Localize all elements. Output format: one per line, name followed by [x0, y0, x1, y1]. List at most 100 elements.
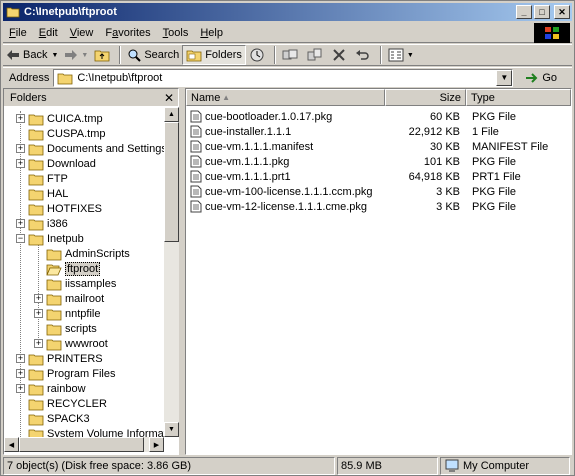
- forward-button[interactable]: ▼: [61, 45, 91, 65]
- file-row[interactable]: cue-installer.1.1.1 22,912 KB 1 File: [186, 124, 571, 139]
- expand-icon[interactable]: +: [16, 354, 25, 363]
- collapse-icon[interactable]: −: [16, 234, 25, 243]
- move-to-icon: [282, 49, 298, 60]
- scroll-thumb[interactable]: [19, 437, 144, 452]
- tree-item[interactable]: RECYCLER: [16, 396, 107, 411]
- tree-item[interactable]: scripts: [34, 321, 97, 336]
- tree-item[interactable]: + mailroot: [34, 291, 104, 306]
- folders-button[interactable]: Folders: [182, 45, 246, 65]
- go-button[interactable]: Go: [525, 71, 557, 85]
- menu-file[interactable]: File: [3, 27, 33, 39]
- tree-item[interactable]: FTP: [16, 171, 68, 186]
- file-name: cue-vm.1.1.1.manifest: [205, 140, 314, 153]
- scroll-down-button[interactable]: ▼: [164, 422, 179, 437]
- file-row[interactable]: cue-vm.1.1.1.manifest 30 KB MANIFEST File: [186, 139, 571, 154]
- expand-icon[interactable]: +: [16, 219, 25, 228]
- close-icon: ✕: [558, 6, 566, 17]
- status-objects: 7 object(s) (Disk free space: 3.86 GB): [3, 457, 335, 475]
- tree-item[interactable]: SPACK3: [16, 411, 90, 426]
- tree-item[interactable]: CUSPA.tmp: [16, 126, 105, 141]
- expand-icon[interactable]: +: [34, 339, 43, 348]
- folder-icon: [46, 324, 62, 335]
- up-folder-button[interactable]: [91, 45, 116, 65]
- column-name[interactable]: Name ▲: [186, 89, 385, 106]
- expand-icon[interactable]: +: [16, 369, 25, 378]
- tree-item[interactable]: + Program Files: [16, 366, 115, 381]
- tree-item[interactable]: + PRINTERS: [16, 351, 103, 366]
- tree-item[interactable]: + nntpfile: [34, 306, 100, 321]
- tree-item[interactable]: HOTFIXES: [16, 201, 102, 216]
- window-title: C:\Inetpub\ftproot: [24, 6, 117, 18]
- computer-icon: [445, 459, 459, 472]
- file-row[interactable]: cue-vm-12-license.1.1.1.cme.pkg 3 KB PKG F…: [186, 199, 571, 214]
- maximize-icon: □: [539, 6, 545, 17]
- menu-edit[interactable]: Edit: [33, 27, 64, 39]
- tree-item[interactable]: iissamples: [34, 276, 116, 291]
- menu-view[interactable]: View: [64, 27, 100, 39]
- back-button[interactable]: Back ▼: [3, 45, 61, 65]
- tree-item[interactable]: + i386: [16, 216, 68, 231]
- vertical-scrollbar[interactable]: ▲ ▼: [164, 107, 179, 437]
- back-arrow-icon: [7, 50, 19, 60]
- tree-item[interactable]: + Download: [16, 156, 96, 171]
- close-button[interactable]: ✕: [554, 5, 570, 19]
- tree-item[interactable]: + CUICA.tmp: [16, 111, 103, 126]
- scroll-left-button[interactable]: ◀: [4, 437, 19, 452]
- expand-icon[interactable]: +: [34, 294, 43, 303]
- undo-button[interactable]: [352, 45, 377, 65]
- expand-icon[interactable]: +: [34, 309, 43, 318]
- tree-item[interactable]: + rainbow: [16, 381, 86, 396]
- forward-arrow-icon: [65, 50, 78, 60]
- tree-item[interactable]: AdminScripts: [34, 246, 130, 261]
- tree-item-label: ftproot: [65, 261, 101, 276]
- scroll-right-button[interactable]: ▶: [149, 437, 164, 452]
- scroll-thumb[interactable]: [164, 122, 179, 242]
- tree-item[interactable]: + wwwroot: [34, 336, 108, 351]
- folder-icon: [46, 339, 62, 350]
- address-dropdown-button[interactable]: ▼: [496, 69, 513, 86]
- file-row[interactable]: cue-vm.1.1.1.prt1 64,918 KB PRT1 File: [186, 169, 571, 184]
- move-to-button[interactable]: [279, 45, 304, 65]
- expand-icon[interactable]: +: [16, 159, 25, 168]
- folder-icon: [28, 174, 44, 185]
- file-row[interactable]: cue-bootloader.1.0.17.pkg 60 KB PKG File: [186, 109, 571, 124]
- tree-item-label: iissamples: [65, 277, 117, 290]
- tree-item[interactable]: + Documents and Settings: [16, 141, 164, 156]
- sort-ascending-icon: ▲: [222, 93, 230, 102]
- delete-button[interactable]: [329, 45, 352, 65]
- search-button[interactable]: Search: [124, 45, 182, 65]
- close-icon[interactable]: ✕: [164, 91, 174, 105]
- undo-icon: [355, 50, 369, 60]
- tree-item[interactable]: ftproot: [34, 261, 101, 276]
- title-bar[interactable]: C:\Inetpub\ftproot _ □ ✕: [3, 3, 572, 21]
- folders-pane: Folders ✕ + CUICA.tmp CUSPA.tmp + Documents …: [3, 88, 179, 455]
- history-button[interactable]: [246, 45, 271, 65]
- column-type[interactable]: Type: [466, 89, 571, 106]
- column-size[interactable]: Size: [385, 89, 466, 106]
- expand-icon[interactable]: +: [16, 114, 25, 123]
- menu-favorites[interactable]: Favorites: [99, 27, 156, 39]
- menu-tools[interactable]: Tools: [157, 27, 195, 39]
- tree-item[interactable]: − Inetpub: [16, 231, 84, 246]
- expand-icon[interactable]: +: [16, 384, 25, 393]
- scroll-up-button[interactable]: ▲: [164, 107, 179, 122]
- folder-icon: [46, 249, 62, 260]
- file-size: 60 KB: [430, 110, 460, 123]
- chevron-down-icon[interactable]: ▼: [81, 52, 88, 59]
- file-row[interactable]: cue-vm.1.1.1.pkg 101 KB PKG File: [186, 154, 571, 169]
- tree-item[interactable]: System Volume Information: [16, 426, 164, 437]
- folder-icon: [28, 189, 44, 200]
- minimize-button[interactable]: _: [516, 5, 532, 19]
- address-value: C:\Inetpub\ftproot: [77, 71, 163, 84]
- views-button[interactable]: ▼: [385, 45, 417, 65]
- menu-help[interactable]: Help: [194, 27, 229, 39]
- expand-icon[interactable]: +: [16, 144, 25, 153]
- chevron-down-icon[interactable]: ▼: [51, 52, 58, 59]
- copy-to-button[interactable]: [304, 45, 329, 65]
- chevron-down-icon[interactable]: ▼: [407, 52, 414, 59]
- maximize-button[interactable]: □: [534, 5, 550, 19]
- file-row[interactable]: cue-vm-100-license.1.1.1.ccm.pkg 3 KB PKG …: [186, 184, 571, 199]
- horizontal-scrollbar[interactable]: ◀ ▶: [4, 437, 164, 452]
- address-input[interactable]: C:\Inetpub\ftproot ▼: [53, 68, 514, 87]
- tree-item[interactable]: HAL: [16, 186, 68, 201]
